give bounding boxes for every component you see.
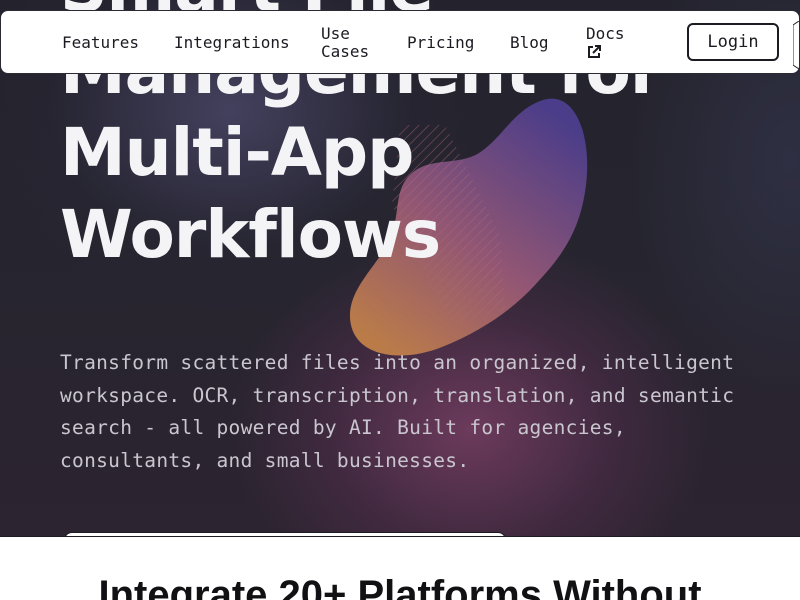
hero-section: Smart File Management for Multi-App Work…	[0, 0, 800, 536]
section-heading: Integrate 20+ Platforms Without	[98, 573, 702, 600]
nav-link-features[interactable]: Features	[62, 34, 139, 52]
hero-headline-line: Workflows	[60, 196, 441, 273]
login-button[interactable]: Login	[687, 23, 779, 61]
nav-link-pricing[interactable]: Pricing	[407, 34, 474, 52]
top-navbar: Features Integrations Use Cases Pricing …	[0, 10, 800, 74]
hero-headline-line: Multi-App	[60, 114, 414, 191]
external-link-icon	[588, 45, 601, 58]
nav-link-docs[interactable]: Docs	[586, 25, 625, 60]
integrations-section: Integrate 20+ Platforms Without	[0, 536, 800, 600]
nav-link-blog[interactable]: Blog	[510, 34, 549, 52]
hero-subtitle: Transform scattered files into an organi…	[60, 351, 735, 472]
navbar-edge-handle	[793, 21, 799, 69]
nav-link-integrations[interactable]: Integrations	[174, 34, 290, 52]
nav-docs-label: Docs	[586, 24, 625, 43]
nav-link-use-cases[interactable]: Use Cases	[321, 25, 371, 61]
